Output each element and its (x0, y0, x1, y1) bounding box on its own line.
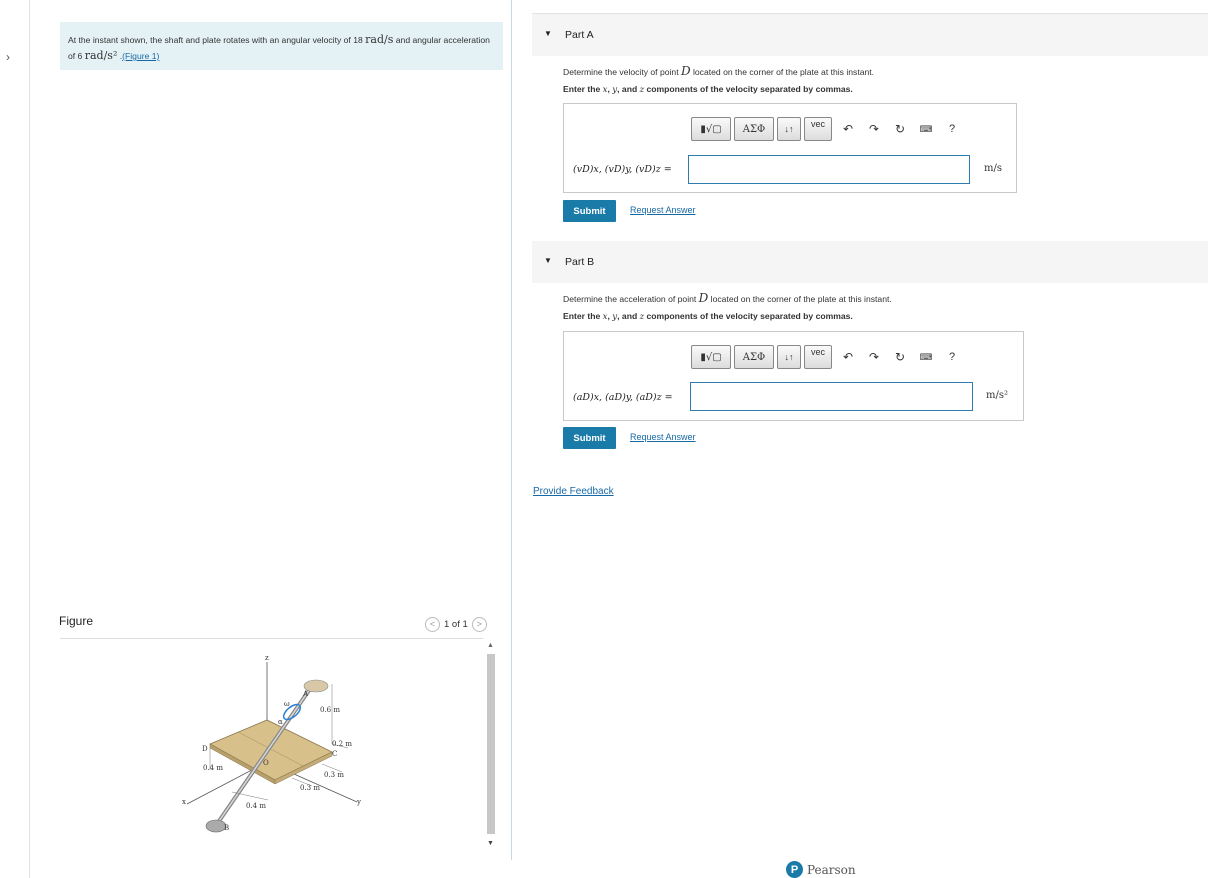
undo-icon[interactable]: ↶ (835, 122, 861, 136)
shaft-plate-figure: z x y A B C D O ω α 0.6 m 0.2 m 0.3 m 0.… (182, 654, 361, 833)
figure-divider (60, 638, 483, 639)
vector-button[interactable]: vec (804, 117, 832, 141)
figure-pager: < 1 of 1 > (425, 616, 487, 632)
help-icon[interactable]: ? (939, 351, 965, 363)
point-D: D (680, 64, 691, 78)
figure-title: Figure (59, 614, 94, 628)
pearson-logo-icon: P (786, 861, 803, 878)
part-b-label: Part B (565, 256, 595, 268)
part-a-question-text: Determine the velocity of point (563, 67, 681, 77)
keyboard-icon[interactable]: ⌨ (913, 352, 939, 363)
part-a-instruction-text: Enter the (563, 84, 603, 94)
label-x: x (182, 798, 186, 806)
part-b-instruction-text: Enter the (563, 311, 603, 321)
bearing-B (205, 819, 227, 833)
label-D: D (202, 745, 208, 753)
problem-text-1: At the instant shown, the shaft and plat… (68, 35, 366, 45)
figure-scrollbar[interactable]: ▲ ▼ (485, 640, 497, 856)
reset-icon[interactable]: ↻ (887, 350, 913, 364)
provide-feedback-link[interactable]: Provide Feedback (533, 486, 614, 497)
part-b-unit: m/s² (986, 390, 1008, 401)
label-A: A (302, 690, 309, 698)
greek-button[interactable]: ΑΣΦ (734, 117, 774, 141)
part-a-answer-input[interactable] (688, 155, 970, 184)
scroll-up-icon[interactable]: ▲ (487, 642, 494, 649)
label-C: C (332, 750, 337, 758)
part-b-submit-button[interactable]: Submit (563, 427, 616, 449)
figure-link[interactable]: (Figure 1) (122, 51, 159, 61)
point-D: D (698, 291, 709, 305)
part-b-request-answer-link[interactable]: Request Answer (630, 432, 696, 442)
label-alpha: α (278, 718, 283, 726)
prev-figure-button[interactable]: < (425, 616, 440, 632)
omega-unit: rad/s (365, 33, 394, 46)
undo-icon[interactable]: ↶ (835, 350, 861, 364)
part-b-eq-label: (aD)x, (aD)y, (aD)z = (573, 392, 673, 403)
templates-button[interactable]: ▮√▢ (691, 117, 731, 141)
greek-button[interactable]: ΑΣΦ (734, 345, 774, 369)
collapse-triangle-icon[interactable]: ▼ (544, 256, 552, 265)
part-b-question-end: located on the corner of the plate at th… (708, 294, 892, 304)
subscript-button[interactable]: ↓↑ (777, 345, 801, 369)
part-a-request-answer-link[interactable]: Request Answer (630, 205, 696, 215)
problem-statement: At the instant shown, the shaft and plat… (60, 22, 503, 70)
label-omega: ω (284, 700, 290, 708)
part-a-instruction: Enter the x, y, and z components of the … (563, 84, 853, 95)
dim-03-right: 0.3 m (324, 771, 344, 779)
redo-icon[interactable]: ↷ (861, 122, 887, 136)
alpha-unit: rad/s² (84, 49, 118, 62)
sep-2: , and (617, 84, 640, 94)
dim-04-bottom: 0.4 m (246, 802, 266, 810)
part-b-answer-box: ▮√▢ ΑΣΦ ↓↑ vec ↶ ↷ ↻ ⌨ ? (aD)x, (aD)y, (… (563, 331, 1024, 421)
vector-button[interactable]: vec (804, 345, 832, 369)
label-B: B (224, 824, 229, 832)
label-y: y (356, 798, 361, 806)
redo-icon[interactable]: ↷ (861, 350, 887, 364)
collapse-triangle-icon[interactable]: ▼ (544, 29, 552, 38)
part-b-question: Determine the acceleration of point D lo… (563, 291, 892, 305)
part-a-question-end: located on the corner of the plate at th… (690, 67, 875, 77)
label-O: O (263, 759, 269, 767)
dim-03-left: 0.3 m (300, 784, 320, 792)
part-a-question: Determine the velocity of point D locate… (563, 64, 874, 78)
dim-06: 0.6 m (320, 706, 340, 714)
part-a-math-toolbar: ▮√▢ ΑΣΦ ↓↑ vec ↶ ↷ ↻ ⌨ ? (691, 117, 965, 141)
part-a-answer-box: ▮√▢ ΑΣΦ ↓↑ vec ↶ ↷ ↻ ⌨ ? (vD)x, (vD)y, (… (563, 103, 1017, 193)
figure-page-count: 1 of 1 (444, 618, 468, 630)
part-a-unit: m/s (984, 163, 1002, 174)
dim-04-left: 0.4 m (203, 764, 223, 772)
part-b-instruction: Enter the x, y, and z components of the … (563, 311, 853, 322)
next-figure-button[interactable]: > (471, 616, 487, 632)
plate (209, 719, 333, 781)
part-a-instruction-end: components of the velocity separated by … (644, 84, 853, 94)
reset-icon[interactable]: ↻ (887, 122, 913, 136)
expand-arrow-icon[interactable]: › (6, 50, 10, 64)
pearson-logo: P Pearson (786, 861, 856, 878)
part-b-header[interactable]: ▼ Part B (532, 241, 1208, 283)
left-gutter: › (0, 0, 30, 878)
sep-2: , and (617, 311, 640, 321)
part-b-answer-input[interactable] (690, 382, 973, 411)
part-a-label: Part A (565, 29, 594, 41)
templates-button[interactable]: ▮√▢ (691, 345, 731, 369)
part-b-math-toolbar: ▮√▢ ΑΣΦ ↓↑ vec ↶ ↷ ↻ ⌨ ? (691, 345, 965, 369)
pane-divider[interactable] (511, 0, 512, 860)
part-a-header[interactable]: ▼ Part A (532, 14, 1208, 56)
help-icon[interactable]: ? (939, 123, 965, 135)
scroll-thumb[interactable] (487, 654, 495, 834)
part-a-eq-label: (vD)x, (vD)y, (vD)z = (573, 164, 672, 175)
part-a-submit-button[interactable]: Submit (563, 200, 616, 222)
subscript-button[interactable]: ↓↑ (777, 117, 801, 141)
keyboard-icon[interactable]: ⌨ (913, 124, 939, 135)
scroll-down-icon[interactable]: ▼ (487, 840, 494, 847)
part-b-question-text: Determine the acceleration of point (563, 294, 699, 304)
dim-02: 0.2 m (332, 740, 352, 748)
label-z: z (265, 654, 269, 662)
part-b-instruction-end: components of the velocity separated by … (644, 311, 853, 321)
pearson-brand-name: Pearson (807, 862, 856, 877)
